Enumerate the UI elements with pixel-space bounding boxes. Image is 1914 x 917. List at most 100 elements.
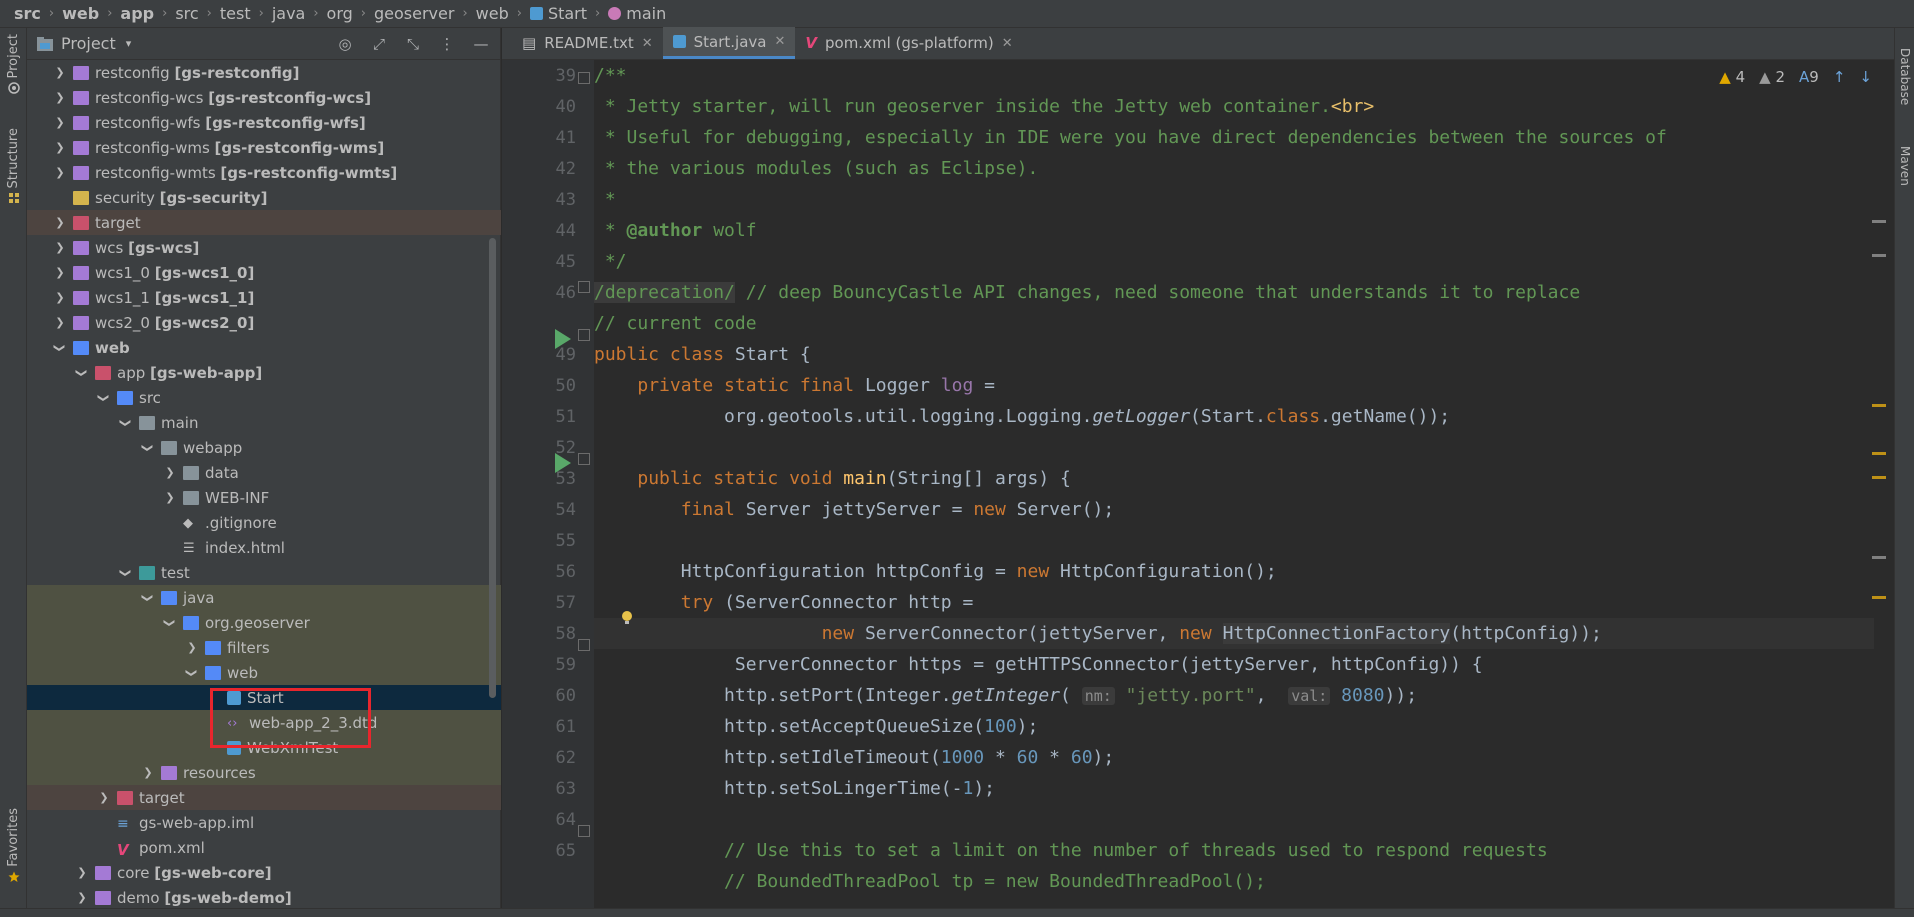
chevron-down-icon[interactable]: ❯ bbox=[141, 441, 155, 455]
tree-item[interactable]: ❯ webapp bbox=[27, 435, 501, 460]
tree-item[interactable]: ❯ web bbox=[27, 660, 501, 685]
chevron-down-icon[interactable]: ❯ bbox=[185, 666, 199, 680]
tree-item[interactable]: ☰ index.html bbox=[27, 535, 501, 560]
tree-item[interactable]: ❯ wcs [gs-wcs] bbox=[27, 235, 501, 260]
chevron-down-icon[interactable]: ❯ bbox=[163, 616, 177, 630]
tree-item[interactable]: ◆ .gitignore bbox=[27, 510, 501, 535]
tree-item[interactable]: security [gs-security] bbox=[27, 185, 501, 210]
chevron-right-icon[interactable]: ❯ bbox=[75, 891, 89, 905]
lightbulb-icon[interactable] bbox=[620, 610, 634, 626]
chevron-right-icon[interactable]: ❯ bbox=[75, 866, 89, 880]
locate-icon[interactable]: ◎ bbox=[336, 35, 354, 53]
chevron-down-icon[interactable]: ❯ bbox=[119, 416, 133, 430]
tree-item[interactable]: ❯ WEB-INF bbox=[27, 485, 501, 510]
tree-item[interactable]: ❯ restconfig-wcs [gs-restconfig-wcs] bbox=[27, 85, 501, 110]
chevron-down-icon[interactable]: ❯ bbox=[53, 341, 67, 355]
breadcrumb-item[interactable]: web › bbox=[62, 4, 120, 23]
editor-tab[interactable]: Start.java ✕ bbox=[662, 27, 796, 59]
close-icon[interactable]: ✕ bbox=[774, 34, 785, 49]
tree-item[interactable]: ❯ java bbox=[27, 585, 501, 610]
tree-item[interactable]: ❯ restconfig-wmts [gs-restconfig-wmts] bbox=[27, 160, 501, 185]
tree-item[interactable]: ❯ wcs1_0 [gs-wcs1_0] bbox=[27, 260, 501, 285]
run-icon[interactable] bbox=[555, 453, 571, 473]
tree-item[interactable]: ❯ restconfig-wms [gs-restconfig-wms] bbox=[27, 135, 501, 160]
breadcrumb-item[interactable]: src › bbox=[175, 4, 220, 23]
breadcrumb-item[interactable]: src › bbox=[14, 4, 62, 23]
tree-item[interactable]: ❯ main bbox=[27, 410, 501, 435]
database-tool-tab[interactable]: Database bbox=[1895, 48, 1914, 105]
chevron-down-icon[interactable]: ❯ bbox=[141, 591, 155, 605]
chevron-right-icon[interactable]: ❯ bbox=[53, 116, 67, 130]
tree-item[interactable]: ❯ wcs2_0 [gs-wcs2_0] bbox=[27, 310, 501, 335]
tree-item[interactable]: ❯ src bbox=[27, 385, 501, 410]
expand-all-icon[interactable]: ⤢ bbox=[370, 35, 388, 53]
project-panel-title[interactable]: Project bbox=[61, 34, 116, 53]
tree-item[interactable]: ❯ restconfig-wfs [gs-restconfig-wfs] bbox=[27, 110, 501, 135]
tree-item[interactable]: ❯ data bbox=[27, 460, 501, 485]
breadcrumb-item[interactable]: test › bbox=[220, 4, 272, 23]
breadcrumb-item[interactable]: main bbox=[608, 4, 666, 23]
tree-item[interactable]: ❯ org.geoserver bbox=[27, 610, 501, 635]
tree-scrollbar[interactable] bbox=[489, 238, 496, 698]
fold-marker[interactable] bbox=[578, 72, 590, 84]
tree-item[interactable]: ❯ wcs1_1 [gs-wcs1_1] bbox=[27, 285, 501, 310]
editor-tab[interactable]: Vpom.xml (gs-platform) ✕ bbox=[795, 27, 1022, 59]
chevron-right-icon[interactable]: ❯ bbox=[53, 66, 67, 80]
chevron-down-icon[interactable]: ▾ bbox=[126, 37, 132, 50]
chevron-right-icon[interactable]: ❯ bbox=[53, 91, 67, 105]
tree-item[interactable]: ❯ filters bbox=[27, 635, 501, 660]
tree-item[interactable]: ❯ app [gs-web-app] bbox=[27, 360, 501, 385]
tree-item[interactable]: ❯ target bbox=[27, 785, 501, 810]
tree-item[interactable]: ≡ gs-web-app.iml bbox=[27, 810, 501, 835]
chevron-right-icon[interactable]: ❯ bbox=[53, 216, 67, 230]
tree-item[interactable]: ❯ target bbox=[27, 210, 501, 235]
chevron-down-icon[interactable]: ❯ bbox=[75, 366, 89, 380]
tree-item[interactable]: ❯ restconfig [gs-restconfig] bbox=[27, 60, 501, 85]
tree-item[interactable]: ❯ core [gs-web-core] bbox=[27, 860, 501, 885]
chevron-right-icon[interactable]: ❯ bbox=[185, 641, 199, 655]
breadcrumb-item[interactable]: web › bbox=[476, 4, 530, 23]
fold-marker[interactable] bbox=[578, 281, 590, 293]
editor-tab[interactable]: ▤ README.txt ✕ bbox=[512, 27, 663, 59]
next-highlight-icon[interactable]: ↓ bbox=[1859, 68, 1872, 86]
close-icon[interactable]: ✕ bbox=[1002, 36, 1013, 51]
hide-panel-icon[interactable]: — bbox=[472, 35, 490, 53]
more-options-icon[interactable]: ⋮ bbox=[438, 35, 456, 53]
fold-marker[interactable] bbox=[578, 639, 590, 651]
breadcrumb-item[interactable]: app › bbox=[120, 4, 175, 23]
chevron-right-icon[interactable]: ❯ bbox=[53, 166, 67, 180]
tree-item[interactable]: Vpom.xml bbox=[27, 835, 501, 860]
favorites-tool-tab[interactable]: Favorites bbox=[0, 808, 27, 883]
maven-tool-tab[interactable]: Maven bbox=[1895, 146, 1914, 186]
tree-item[interactable]: ❯ test bbox=[27, 560, 501, 585]
fold-marker[interactable] bbox=[578, 453, 590, 465]
chevron-right-icon[interactable]: ❯ bbox=[141, 766, 155, 780]
chevron-down-icon[interactable]: ❯ bbox=[119, 566, 133, 580]
breadcrumb-item[interactable]: org › bbox=[327, 4, 374, 23]
chevron-right-icon[interactable]: ❯ bbox=[53, 141, 67, 155]
chevron-right-icon[interactable]: ❯ bbox=[53, 241, 67, 255]
tree-item[interactable]: ❯ resources bbox=[27, 760, 501, 785]
breadcrumb-item[interactable]: java › bbox=[272, 4, 327, 23]
structure-tool-tab[interactable]: Structure bbox=[0, 128, 27, 204]
run-icon[interactable] bbox=[555, 329, 571, 349]
breadcrumb-item[interactable]: geoserver › bbox=[374, 4, 476, 23]
collapse-all-icon[interactable]: ⤡ bbox=[404, 35, 422, 53]
chevron-right-icon[interactable]: ❯ bbox=[163, 491, 177, 505]
code-view[interactable]: /** * Jetty starter, will run geoserver … bbox=[594, 60, 1874, 908]
chevron-right-icon[interactable]: ❯ bbox=[53, 316, 67, 330]
chevron-right-icon[interactable]: ❯ bbox=[97, 791, 111, 805]
tree-item[interactable]: ❯ demo [gs-web-demo] bbox=[27, 885, 501, 910]
chevron-right-icon[interactable]: ❯ bbox=[163, 466, 177, 480]
inspection-widget[interactable]: ▲ 4 ▲ 2 A9 ↑ ↓ bbox=[1719, 68, 1872, 86]
chevron-right-icon[interactable]: ❯ bbox=[53, 266, 67, 280]
fold-marker[interactable] bbox=[578, 825, 590, 837]
close-icon[interactable]: ✕ bbox=[642, 36, 653, 51]
fold-marker[interactable] bbox=[578, 329, 590, 341]
project-tool-tab[interactable]: Project bbox=[0, 34, 27, 95]
chevron-down-icon[interactable]: ❯ bbox=[97, 391, 111, 405]
previous-highlight-icon[interactable]: ↑ bbox=[1833, 68, 1846, 86]
tree-item[interactable]: ❯ web bbox=[27, 335, 501, 360]
breadcrumb-item[interactable]: Start › bbox=[529, 4, 608, 23]
chevron-right-icon[interactable]: ❯ bbox=[53, 291, 67, 305]
